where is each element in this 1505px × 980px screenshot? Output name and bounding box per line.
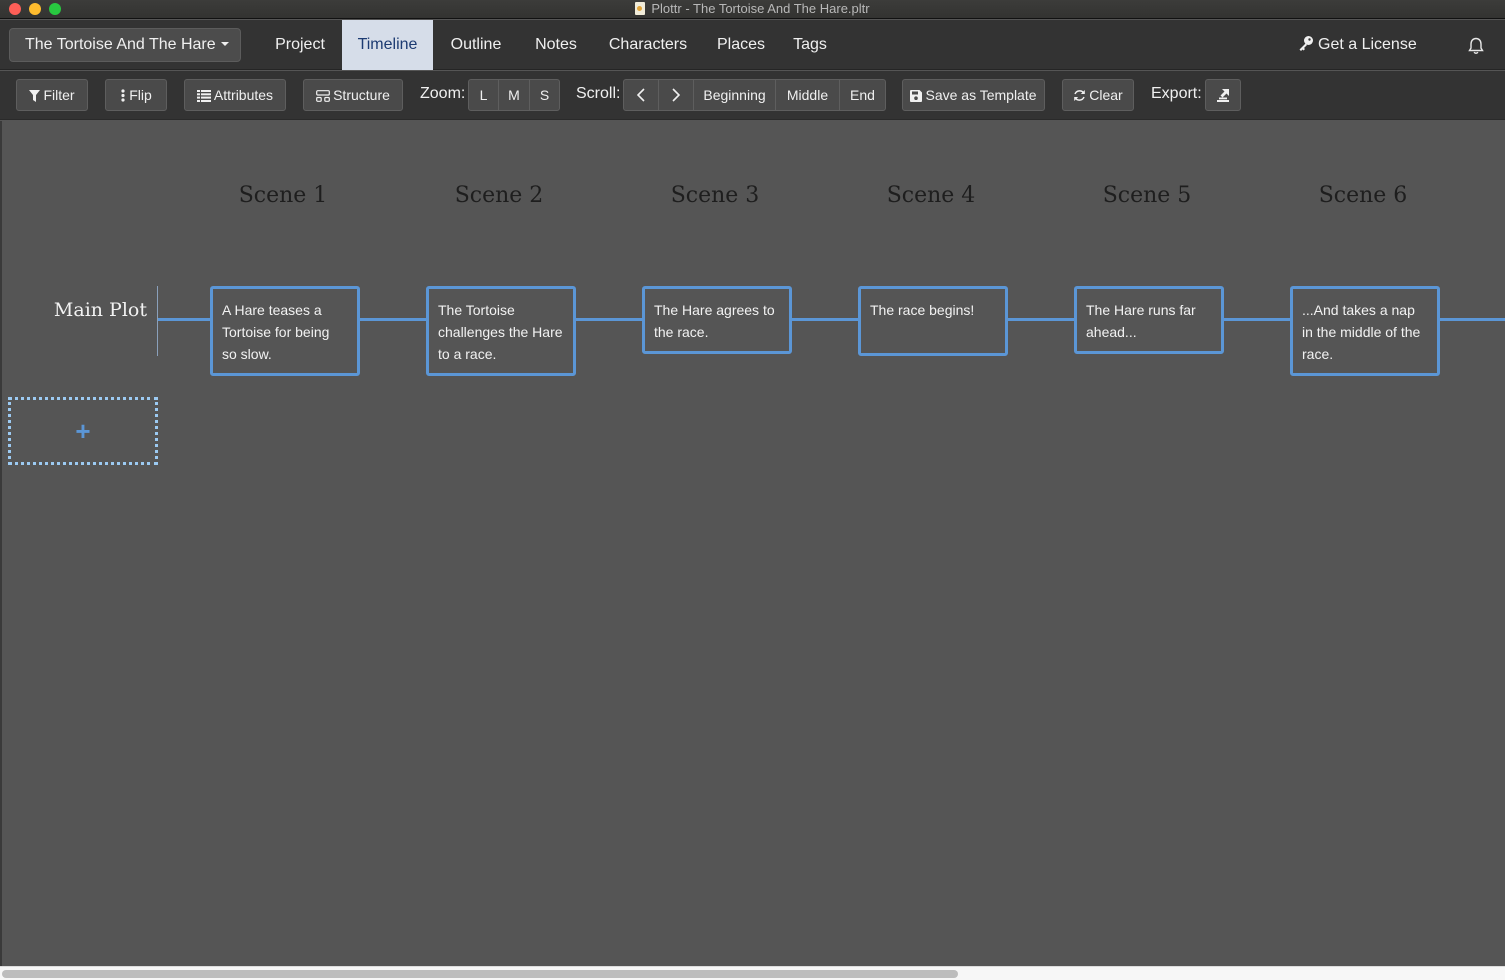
window-titlebar: Plottr - The Tortoise And The Hare.pltr [0,0,1505,19]
flip-button[interactable]: Flip [105,79,167,111]
scroll-label: Scroll: [576,85,621,102]
window-title: Plottr - The Tortoise And The Hare.pltr [0,1,1505,16]
get-license-link[interactable]: Get a License [1298,20,1417,70]
scene-card[interactable]: ...And takes a nap in the middle of the … [1290,286,1440,376]
scene-header[interactable]: Scene 1 [209,183,357,208]
plotline-divider [157,286,158,356]
plus-icon: + [75,416,91,446]
attributes-label: Attributes [213,87,274,103]
refresh-icon [1074,90,1086,101]
zoom-small-button[interactable]: S [530,80,559,110]
scene-card[interactable]: The race begins! [858,286,1008,356]
export-label: Export: [1151,85,1202,102]
clear-button[interactable]: Clear [1062,79,1134,111]
scene-header[interactable]: Scene 2 [425,183,573,208]
scene-header[interactable]: Scene 3 [641,183,789,208]
scroll-right-button[interactable] [659,80,694,110]
scene-header[interactable]: Scene 6 [1289,183,1437,208]
clear-label: Clear [1089,87,1123,103]
tab-notes[interactable]: Notes [519,20,593,70]
export-button[interactable] [1205,79,1241,111]
project-name: The Tortoise And The Hare [25,36,216,53]
save-icon [910,90,923,102]
scene-card[interactable]: The Hare runs far ahead... [1074,286,1224,354]
scroll-beginning-button[interactable]: Beginning [694,80,776,110]
flip-label: Flip [129,87,152,103]
filter-button[interactable]: Filter [16,79,88,111]
scene-card[interactable]: The Hare agrees to the race. [642,286,792,354]
scene-card[interactable]: The Tortoise challenges the Hare to a ra… [426,286,576,376]
zoom-button-group: L M S [468,79,560,111]
zoom-large-button[interactable]: L [469,80,499,110]
structure-button[interactable]: Structure [303,79,403,111]
scene-card[interactable]: A Hare teases a Tortoise for being so sl… [210,286,360,376]
horizontal-scrollbar[interactable] [0,966,1505,980]
attributes-button[interactable]: Attributes [184,79,286,111]
list-icon [196,90,211,102]
structure-icon [316,90,330,102]
scrollbar-thumb[interactable] [2,970,958,978]
document-icon [635,2,646,15]
tab-places[interactable]: Places [703,20,779,70]
chevron-right-icon [672,88,681,102]
export-icon [1217,89,1229,102]
tab-outline[interactable]: Outline [433,20,519,70]
navbar: The Tortoise And The Hare Project Timeli… [0,20,1505,70]
structure-label: Structure [333,87,390,103]
scroll-left-button[interactable] [624,80,659,110]
timeline-toolbar: Filter Flip Attributes Structure Zoom: L… [0,71,1505,120]
add-plotline-button[interactable]: + [8,397,158,465]
license-label: Get a License [1318,36,1417,53]
vertical-ellipsis-icon [121,89,125,102]
save-as-template-button[interactable]: Save as Template [902,79,1045,111]
tab-timeline[interactable]: Timeline [342,20,433,70]
tab-project[interactable]: Project [258,20,342,70]
scroll-button-group: Beginning Middle End [623,79,886,111]
project-dropdown[interactable]: The Tortoise And The Hare [9,28,241,62]
save-template-label: Save as Template [925,87,1037,103]
key-icon [1299,36,1313,51]
scene-header[interactable]: Scene 5 [1073,183,1221,208]
tab-characters[interactable]: Characters [593,20,703,70]
bell-icon[interactable] [1466,36,1486,56]
scroll-middle-button[interactable]: Middle [776,80,840,110]
tab-tags[interactable]: Tags [779,20,841,70]
scroll-end-button[interactable]: End [840,80,885,110]
filter-label: Filter [43,87,75,103]
scene-header[interactable]: Scene 4 [857,183,1005,208]
plotline-title[interactable]: Main Plot [32,299,147,321]
filter-icon [29,90,41,102]
zoom-label: Zoom: [420,85,466,102]
zoom-medium-button[interactable]: M [499,80,530,110]
window-title-text: Plottr - The Tortoise And The Hare.pltr [651,1,870,16]
chevron-left-icon [636,88,645,102]
timeline-canvas: Scene 1 Scene 2 Scene 3 Scene 4 Scene 5 … [0,121,1505,966]
caret-down-icon [220,42,229,46]
